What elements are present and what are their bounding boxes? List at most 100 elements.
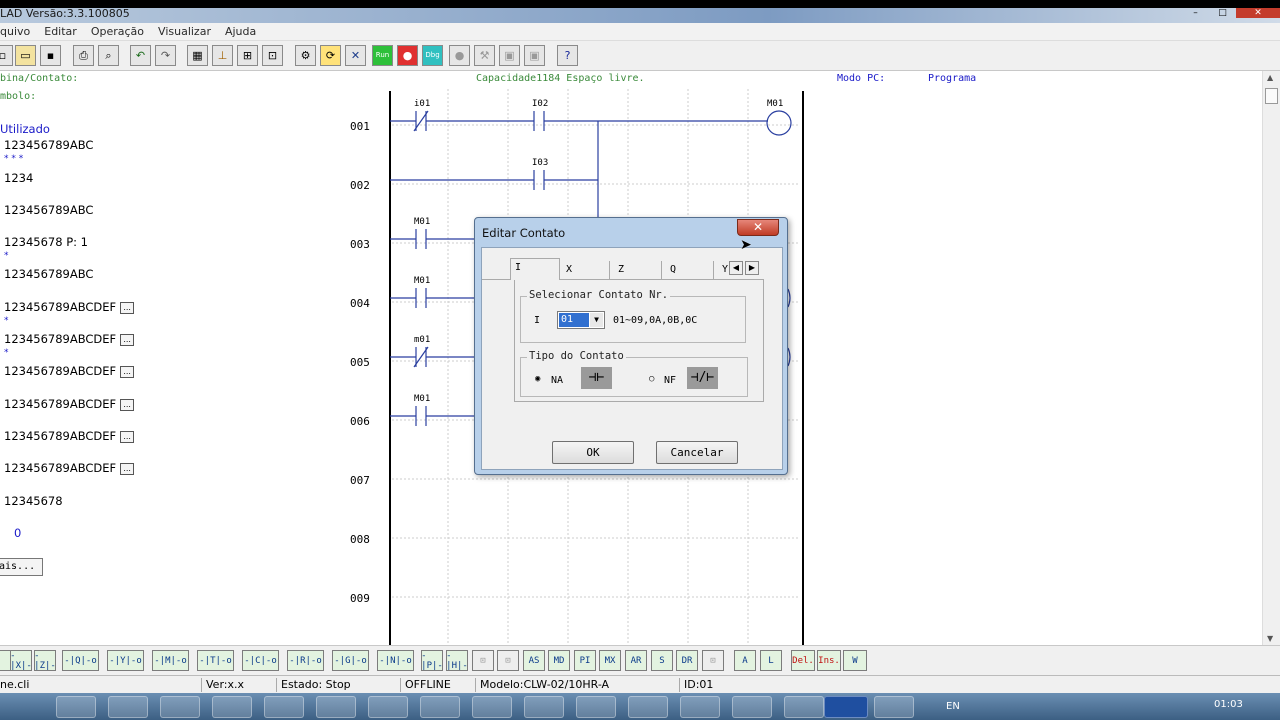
delete-button[interactable]: Del.	[791, 650, 815, 671]
taskbar-app-icon[interactable]	[784, 696, 824, 718]
tab-i[interactable]: I	[510, 258, 560, 280]
tool-button[interactable]: -|P|-	[421, 650, 443, 671]
tool-button-disabled[interactable]: ⊡	[702, 650, 724, 671]
grid-view-icon[interactable]: ▦	[187, 45, 208, 66]
tool-button[interactable]: -|Y|-o	[107, 650, 144, 671]
taskbar-app-icon[interactable]	[874, 696, 914, 718]
tool-button[interactable]: DR	[676, 650, 698, 671]
taskbar-app-icon[interactable]	[160, 696, 200, 718]
tool-button[interactable]: -|Q|-o	[62, 650, 99, 671]
save-icon[interactable]: ▪	[40, 45, 61, 66]
ok-button[interactable]: OK	[552, 441, 634, 464]
print-preview-icon[interactable]: ⌕	[98, 45, 119, 66]
tool-button-disabled[interactable]: ⊡	[497, 650, 519, 671]
edit-button[interactable]: ...	[120, 398, 135, 411]
counter-icon[interactable]: ⊞	[237, 45, 258, 66]
scroll-down-icon[interactable]: ▼	[1267, 634, 1273, 643]
tool-button[interactable]: PI	[574, 650, 596, 671]
scroll-up-icon[interactable]: ▲	[1267, 73, 1273, 82]
stop-icon[interactable]: ●	[397, 45, 418, 66]
settings-gear-icon[interactable]: ⚙	[295, 45, 316, 66]
tool-button[interactable]: AS	[523, 650, 545, 671]
block-icon[interactable]: ⊡	[262, 45, 283, 66]
scroll-thumb[interactable]	[1265, 88, 1278, 104]
normally-closed-contact-icon[interactable]: ⊣/⊢	[687, 367, 718, 389]
copy-icon[interactable]: ▣	[499, 45, 520, 66]
dialog-close-button[interactable]: ✕	[737, 219, 779, 236]
taskbar-folder-icon[interactable]	[212, 696, 252, 718]
tool-button[interactable]: -|G|-o	[332, 650, 369, 671]
menu-editar[interactable]: Editar	[44, 25, 77, 38]
taskbar-word-icon[interactable]	[824, 696, 868, 718]
menu-ajuda[interactable]: Ajuda	[225, 25, 256, 38]
tab-q[interactable]: Q	[666, 261, 714, 279]
paste-icon[interactable]: ▣	[524, 45, 545, 66]
menu-visualizar[interactable]: Visualizar	[158, 25, 211, 38]
taskbar-chrome-icon[interactable]	[108, 696, 148, 718]
tab-scroll-left-icon[interactable]: ◀	[729, 261, 743, 275]
undo-icon[interactable]: ↶	[130, 45, 151, 66]
tool-button[interactable]: -|N|-o	[377, 650, 414, 671]
tool-button[interactable]: -|M|-o	[152, 650, 189, 671]
clock-time[interactable]: 01:03	[1214, 699, 1243, 710]
tool-button[interactable]: A	[734, 650, 756, 671]
edit-button[interactable]: ...	[120, 462, 135, 475]
taskbar-app-icon[interactable]	[680, 696, 720, 718]
redo-icon[interactable]: ↷	[155, 45, 176, 66]
tool-button[interactable]: L	[760, 650, 782, 671]
insert-button[interactable]: Ins.	[817, 650, 841, 671]
chevron-down-icon[interactable]: ▼	[590, 313, 603, 327]
menu-operacao[interactable]: Operação	[91, 25, 144, 38]
edit-button[interactable]: ...	[120, 430, 135, 443]
vertical-scrollbar[interactable]: ▲ ▼	[1262, 71, 1280, 645]
tool-button[interactable]: MD	[548, 650, 570, 671]
tool-button[interactable]: -|T|-o	[197, 650, 234, 671]
taskbar-app-icon[interactable]	[732, 696, 772, 718]
taskbar-app-icon[interactable]	[420, 696, 460, 718]
tool-button[interactable]: W	[843, 650, 867, 671]
tool-button[interactable]: -|Z|-	[34, 650, 56, 671]
tool-button[interactable]: -|H|-	[446, 650, 468, 671]
tool-button[interactable]: -|R|-o	[287, 650, 324, 671]
edit-button[interactable]: ...	[120, 301, 135, 314]
taskbar-app-icon[interactable]	[576, 696, 616, 718]
na-radio[interactable]: ◉	[535, 374, 540, 384]
tool-button-disabled[interactable]: ⊡	[472, 650, 494, 671]
tab-z[interactable]: Z	[614, 261, 662, 279]
taskbar-app-icon[interactable]	[628, 696, 668, 718]
taskbar-app-icon[interactable]	[472, 696, 512, 718]
print-icon[interactable]: ⎙	[73, 45, 94, 66]
contact-number-select[interactable]: 01 ▼	[557, 311, 605, 329]
tab-scroll-right-icon[interactable]: ▶	[745, 261, 759, 275]
tool-button[interactable]: MX	[599, 650, 621, 671]
new-file-icon[interactable]: ▫	[0, 45, 13, 66]
tool-button[interactable]: AR	[625, 650, 647, 671]
edit-button[interactable]: ...	[120, 365, 135, 378]
debug-icon[interactable]: Dbg	[422, 45, 443, 66]
tool-button[interactable]: S	[651, 650, 673, 671]
more-button[interactable]: ais...	[0, 558, 43, 576]
run-icon[interactable]: Run	[372, 45, 393, 66]
help-icon[interactable]: ?	[557, 45, 578, 66]
menu-arquivo[interactable]: quivo	[0, 25, 30, 38]
force-icon[interactable]: ⚒	[474, 45, 495, 66]
transfer-icon[interactable]: ⟳	[320, 45, 341, 66]
tool-button[interactable]: -|X|-	[10, 650, 32, 671]
taskbar-app-icon[interactable]	[368, 696, 408, 718]
tab-x[interactable]: X	[562, 261, 610, 279]
open-folder-icon[interactable]: ▭	[15, 45, 36, 66]
tools-icon[interactable]: ✕	[345, 45, 366, 66]
normally-open-contact-icon[interactable]: ⊣⊢	[581, 367, 612, 389]
tool-button[interactable]: -|C|-o	[242, 650, 279, 671]
close-window-button[interactable]: ✕	[1236, 8, 1280, 18]
taskbar-app-icon[interactable]	[524, 696, 564, 718]
language-indicator[interactable]: EN	[946, 701, 960, 712]
maximize-button[interactable]: □	[1209, 8, 1236, 18]
taskbar-ie-icon[interactable]	[56, 696, 96, 718]
cancel-button[interactable]: Cancelar	[656, 441, 738, 464]
nf-radio[interactable]: ○	[649, 374, 654, 384]
edit-button[interactable]: ...	[120, 333, 135, 346]
minimize-button[interactable]: –	[1182, 8, 1209, 18]
monitor-icon[interactable]: ●	[449, 45, 470, 66]
timer-icon[interactable]: ⊥	[212, 45, 233, 66]
